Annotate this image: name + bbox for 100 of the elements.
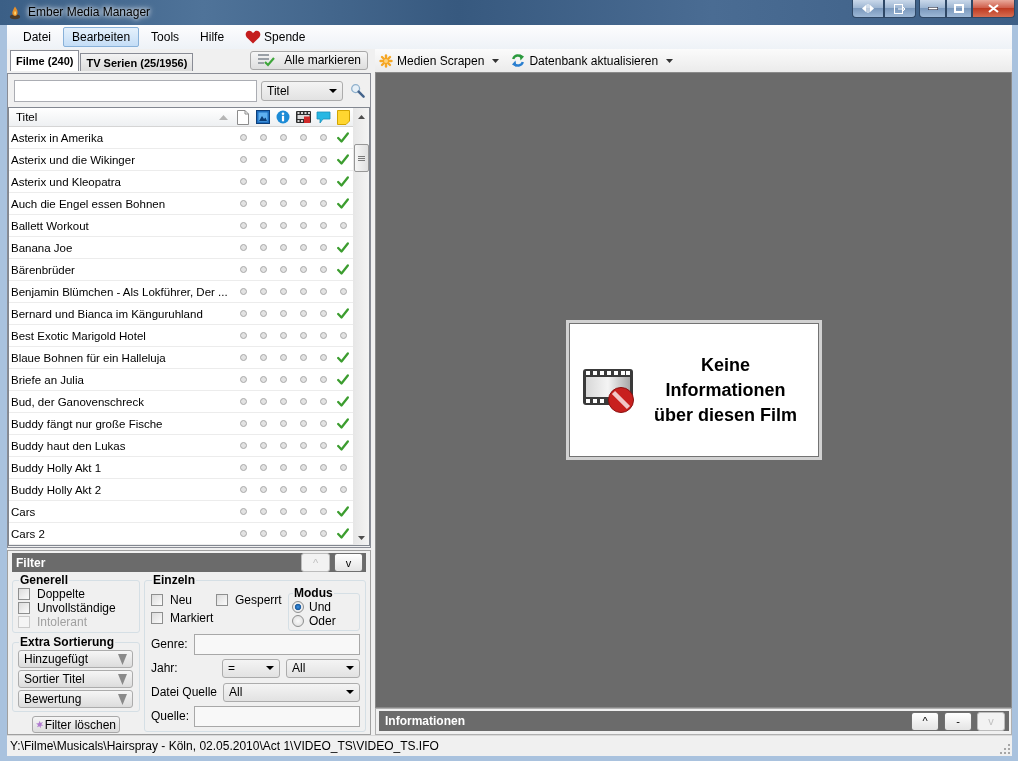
caret-icon bbox=[118, 693, 127, 705]
checkbox[interactable] bbox=[151, 612, 163, 624]
movie-title: Bärenbrüder bbox=[11, 263, 75, 276]
list-row[interactable]: Briefe an Julia bbox=[9, 369, 353, 391]
field-label: Genre: bbox=[151, 637, 188, 651]
box-arrow-icon bbox=[894, 3, 906, 14]
list-check-icon bbox=[257, 53, 276, 67]
list-row[interactable]: Buddy fängt nur große Fische bbox=[9, 413, 353, 435]
radio-label[interactable]: Oder bbox=[309, 614, 336, 628]
exit-button[interactable] bbox=[884, 0, 916, 18]
movie-title: Ballett Workout bbox=[11, 219, 89, 232]
list-row[interactable]: Auch die Engel essen Bohnen bbox=[9, 193, 353, 215]
movie-title: Buddy haut den Lukas bbox=[11, 439, 126, 452]
status-path: Y:\Filme\Musicals\Hairspray - Köln, 02.05.2010\Act 1\VIDEO_TS\VIDEO_TS.IFO bbox=[10, 739, 439, 753]
movie-title: Buddy Holly Akt 2 bbox=[11, 483, 102, 496]
menu-item[interactable]: Datei bbox=[14, 27, 60, 47]
heart-icon bbox=[245, 30, 262, 44]
toolbar-button[interactable]: Datenbank aktualisieren bbox=[509, 50, 676, 71]
menu-item[interactable]: Hilfe bbox=[191, 27, 234, 47]
checkbox[interactable] bbox=[151, 594, 163, 606]
list-row[interactable]: Buddy Holly Akt 1 bbox=[9, 457, 353, 479]
list-row[interactable]: Bärenbrüder bbox=[9, 259, 353, 281]
checkbox-label[interactable]: Neu bbox=[170, 593, 192, 607]
menu-item[interactable]: Tools bbox=[142, 27, 189, 47]
list-row[interactable]: Best Exotic Marigold Hotel bbox=[9, 325, 353, 347]
film-strip-icon[interactable] bbox=[295, 110, 311, 124]
picture-icon[interactable] bbox=[256, 110, 270, 124]
caret-icon bbox=[666, 58, 674, 63]
dropdown[interactable]: All bbox=[223, 682, 360, 702]
movie-title: Banana Joe bbox=[11, 241, 73, 254]
tab[interactable]: TV Serien (25/1956) bbox=[80, 53, 194, 71]
search-icon[interactable] bbox=[350, 83, 365, 98]
maximize-button[interactable] bbox=[946, 0, 972, 18]
list-row[interactable]: Buddy haut den Lukas bbox=[9, 435, 353, 457]
close-button[interactable] bbox=[972, 0, 1015, 18]
checkbox[interactable] bbox=[18, 602, 30, 614]
checkbox-label[interactable]: Markiert bbox=[170, 611, 214, 625]
list-row[interactable]: Asterix und die Wikinger bbox=[9, 149, 353, 171]
scrollbar-thumb[interactable] bbox=[353, 144, 369, 172]
resize-grip-icon[interactable] bbox=[999, 743, 1010, 754]
list-row[interactable]: Banana Joe bbox=[9, 237, 353, 259]
movie-title: Cars bbox=[11, 505, 36, 518]
toolbar-button[interactable]: Medien Scrapen bbox=[377, 50, 502, 71]
note-icon[interactable] bbox=[336, 109, 350, 125]
radio-button[interactable] bbox=[292, 615, 304, 627]
field-label: Datei Quelle bbox=[151, 685, 218, 699]
search-column-dropdown[interactable]: Titel bbox=[261, 80, 343, 101]
caret-icon bbox=[118, 673, 127, 685]
mark-all-button[interactable]: Alle markieren bbox=[250, 50, 368, 70]
movie-title: Benjamin Blümchen - Als Lokführer, Der ... bbox=[11, 285, 228, 298]
clear-filter-button[interactable]: Filter löschen bbox=[32, 716, 120, 733]
scrollbar[interactable] bbox=[353, 108, 369, 545]
arrows-button[interactable] bbox=[852, 0, 884, 18]
minimize-button[interactable] bbox=[919, 0, 946, 18]
scroll-up-icon[interactable] bbox=[357, 115, 365, 119]
menu-item[interactable]: Bearbeiten bbox=[63, 27, 140, 47]
list-row[interactable]: Buddy Holly Akt 2 bbox=[9, 479, 353, 501]
movie-title: Auch die Engel essen Bohnen bbox=[11, 197, 166, 210]
caret-icon bbox=[492, 58, 500, 63]
sort-dropdown[interactable]: Bewertung bbox=[18, 690, 133, 708]
list-row[interactable]: Ballett Workout bbox=[9, 215, 353, 237]
caret-icon bbox=[118, 653, 127, 665]
window-title: Ember Media Manager bbox=[28, 5, 151, 19]
list-row[interactable]: Asterix und Kleopatra bbox=[9, 171, 353, 193]
list-row[interactable]: Blaue Bohnen für ein Halleluja bbox=[9, 347, 353, 369]
scroll-down-icon[interactable] bbox=[357, 536, 365, 540]
list-row[interactable]: Asterix in Amerika bbox=[9, 127, 353, 149]
checkbox[interactable] bbox=[216, 594, 228, 606]
radio-button[interactable] bbox=[292, 601, 304, 613]
grip-icon bbox=[357, 155, 365, 161]
panel-button[interactable]: v bbox=[334, 553, 363, 572]
checkbox-label[interactable]: Unvollständige bbox=[37, 601, 116, 615]
info-icon[interactable] bbox=[276, 110, 290, 124]
dropdown[interactable]: = bbox=[222, 658, 280, 678]
list-row[interactable]: Bud, der Ganovenschreck bbox=[9, 391, 353, 413]
checkbox-label[interactable]: Gesperrt bbox=[235, 593, 282, 607]
input-field[interactable] bbox=[194, 633, 360, 655]
checkbox-label[interactable]: Doppelte bbox=[37, 587, 86, 601]
list-row[interactable]: Bernard und Bianca im Känguruhland bbox=[9, 303, 353, 325]
panel-button[interactable]: - bbox=[944, 711, 972, 731]
movie-title: Bernard und Bianca im Känguruhland bbox=[11, 307, 203, 320]
group-title: Extra Sortierung bbox=[19, 635, 116, 649]
field-label: Jahr: bbox=[151, 661, 178, 675]
checkbox[interactable] bbox=[18, 588, 30, 600]
group-title: Einzeln bbox=[152, 573, 196, 587]
sort-dropdown[interactable]: Hinzugefügt bbox=[18, 650, 133, 668]
radio-label[interactable]: Und bbox=[309, 600, 331, 614]
dropdown[interactable]: All bbox=[286, 658, 360, 678]
sort-dropdown[interactable]: Sortier Titel bbox=[18, 670, 133, 688]
list-row[interactable]: Benjamin Blümchen - Als Lokführer, Der ... bbox=[9, 281, 353, 303]
input-field[interactable] bbox=[194, 705, 360, 727]
list-row[interactable]: Cars bbox=[9, 501, 353, 523]
menu-item[interactable]: Spende bbox=[236, 27, 315, 47]
column-header[interactable]: Titel bbox=[9, 108, 233, 126]
document-icon[interactable] bbox=[237, 109, 249, 125]
movie-title: Briefe an Julia bbox=[11, 373, 84, 386]
list-row[interactable]: Cars 2 bbox=[9, 523, 353, 545]
tab[interactable]: Filme (240) bbox=[10, 50, 80, 71]
panel-button[interactable]: ^ bbox=[911, 711, 939, 731]
search-field[interactable] bbox=[14, 79, 257, 102]
